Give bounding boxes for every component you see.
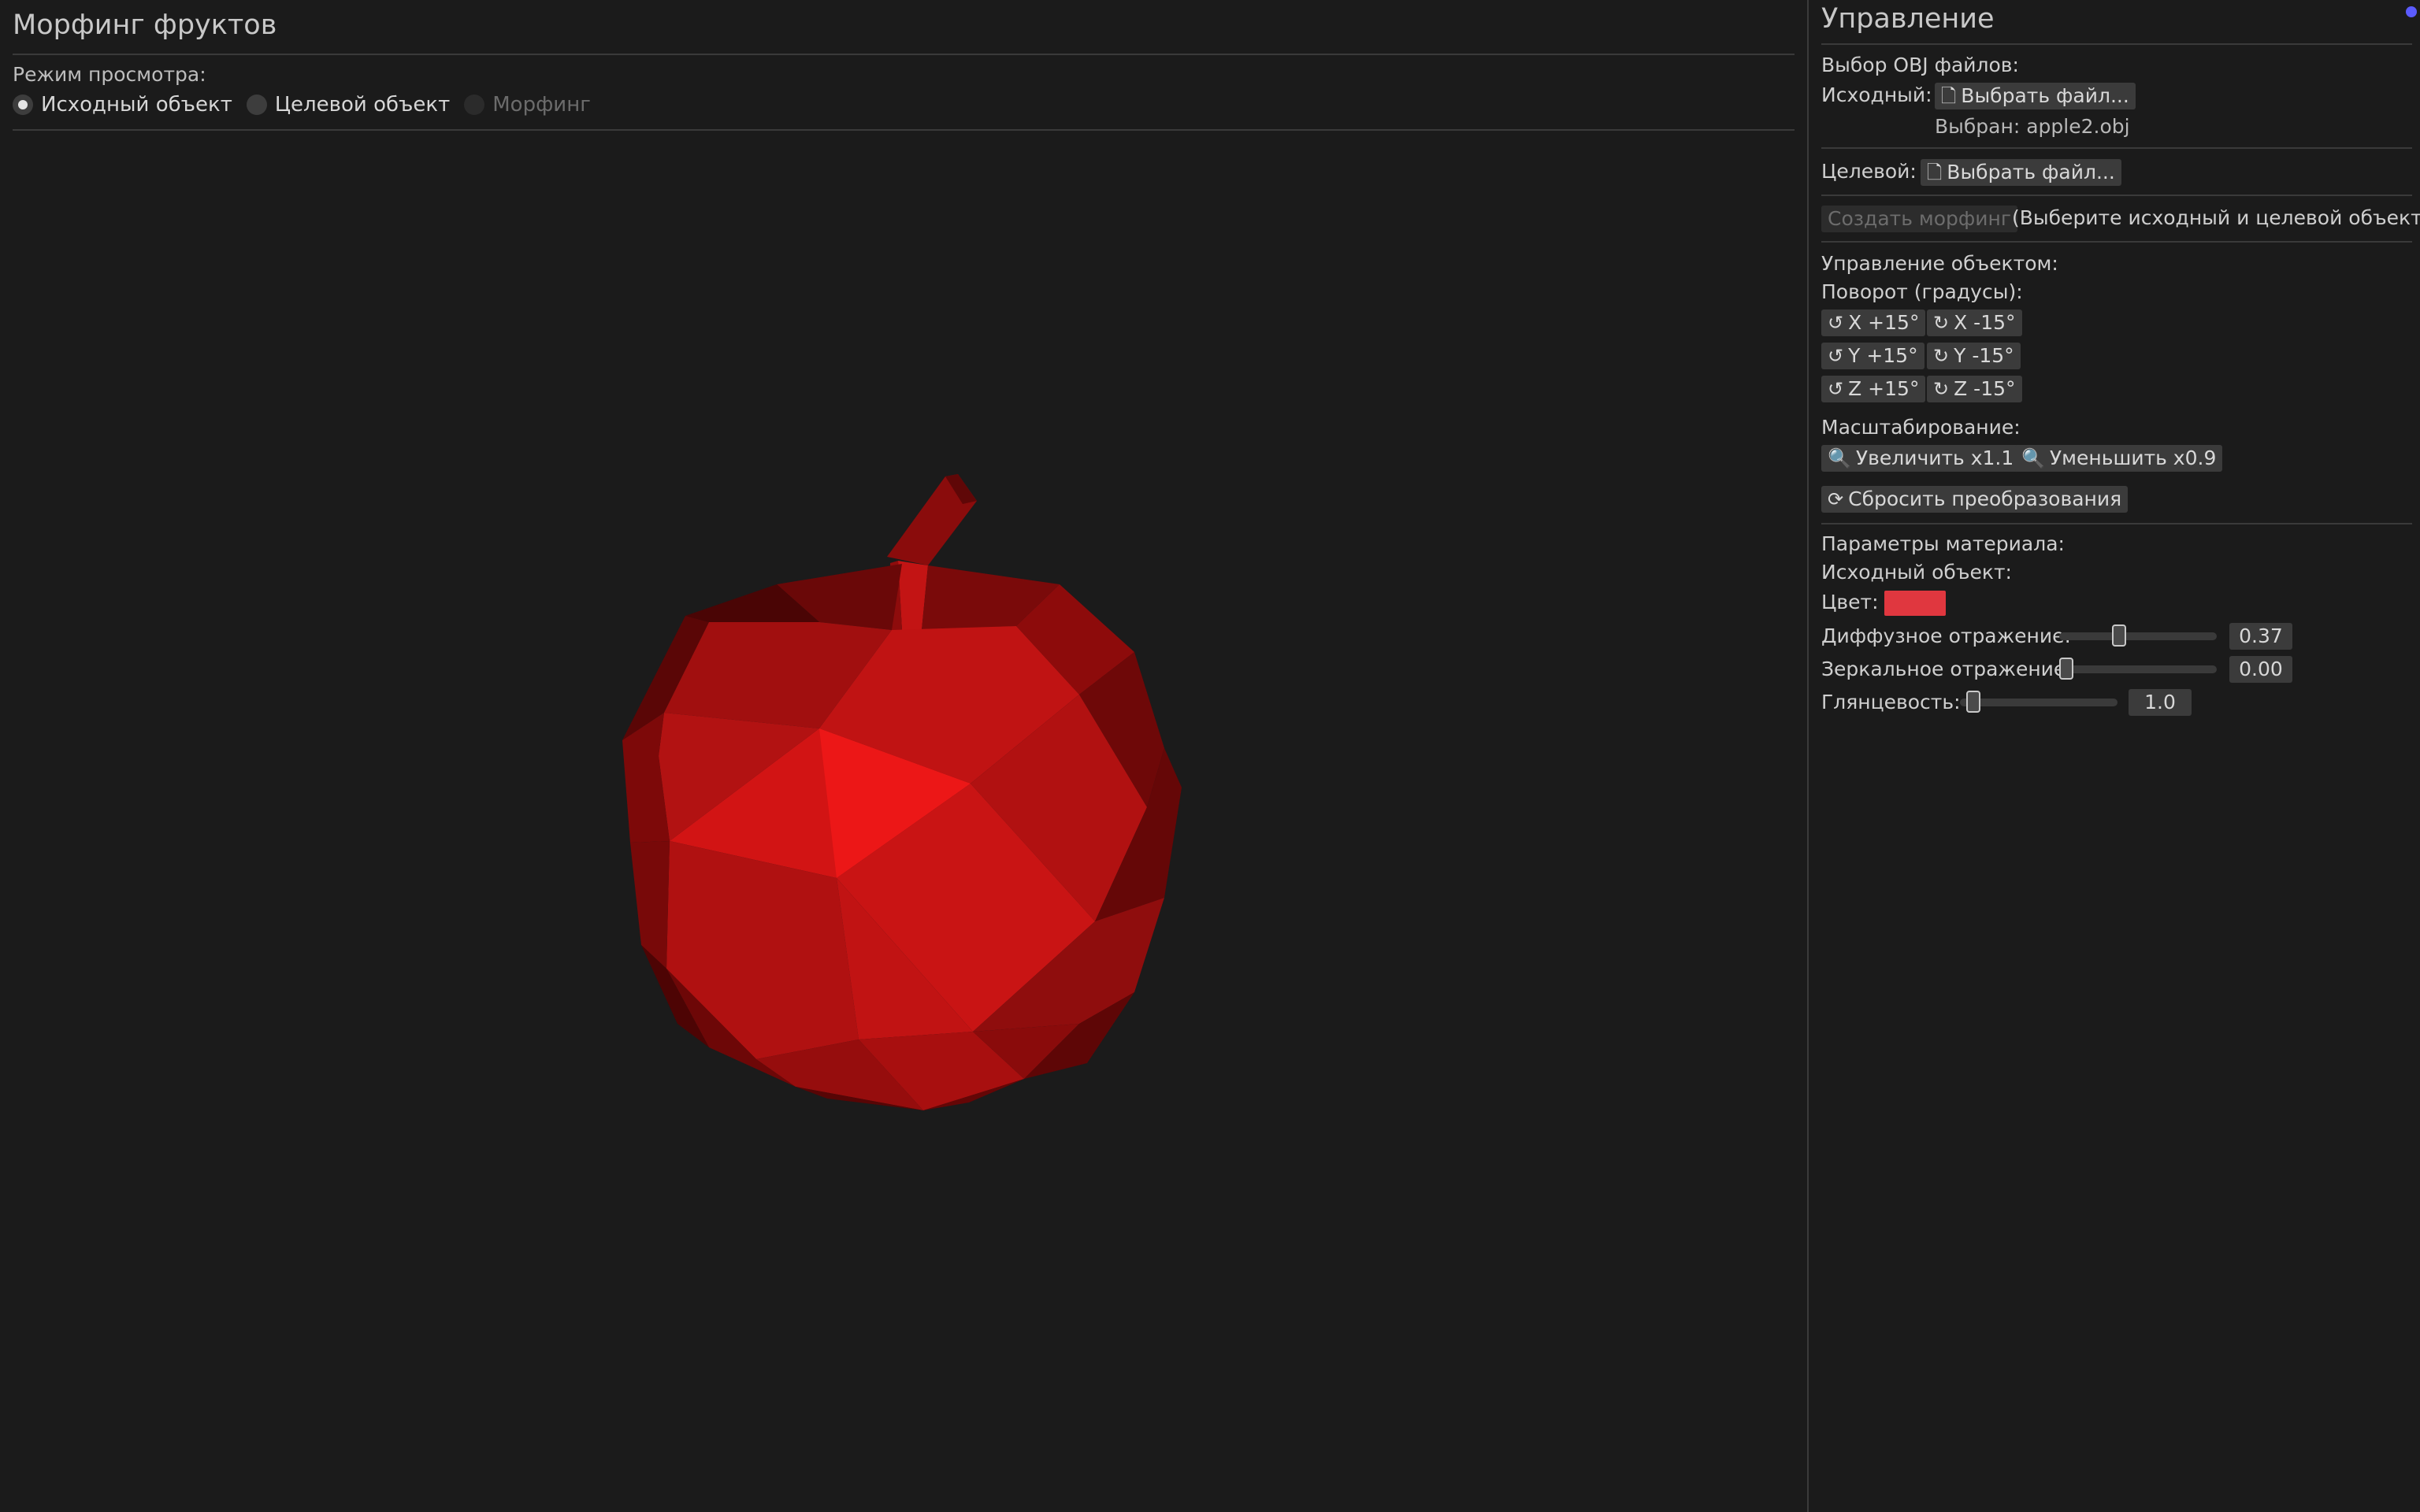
rotate-cw-icon: ↻ bbox=[1933, 345, 1950, 367]
source-label: Исходный: bbox=[1821, 83, 1932, 106]
mode-divider bbox=[13, 129, 1795, 131]
shininess-value[interactable]: 1.0 bbox=[2129, 689, 2192, 716]
rotate-y-minus-button[interactable]: ↻ Y -15° bbox=[1927, 343, 2021, 369]
control-panel: Управление Выбор OBJ файлов: Исходный: 🗋… bbox=[1807, 0, 2420, 1512]
diffuse-label: Диффузное отражение: bbox=[1821, 624, 2071, 647]
radio-source-object[interactable]: Исходный объект bbox=[13, 93, 232, 117]
magnifier-icon: 🔍 bbox=[1828, 447, 1851, 469]
choose-target-file-label: Выбрать файл... bbox=[1947, 161, 2115, 183]
diffuse-slider[interactable] bbox=[2059, 624, 2217, 647]
rotate-z-plus-label: Z +15° bbox=[1848, 377, 1920, 400]
rotate-x-plus-label: X +15° bbox=[1848, 311, 1920, 334]
specular-value[interactable]: 0.00 bbox=[2229, 656, 2292, 683]
obj-section-label: Выбор OBJ файлов: bbox=[1821, 54, 2019, 76]
shininess-label: Глянцевость: bbox=[1821, 691, 1961, 713]
color-label: Цвет: bbox=[1821, 591, 1879, 613]
rotate-x-minus-button[interactable]: ↻ X -15° bbox=[1927, 309, 2022, 336]
main-area: Морфинг фруктов Режим просмотра: Исходны… bbox=[0, 0, 1807, 1512]
source-object-material-label: Исходный объект: bbox=[1821, 561, 2012, 584]
refresh-icon: ⟳ bbox=[1828, 488, 1844, 510]
specular-slider[interactable] bbox=[2059, 658, 2217, 680]
radio-morphing: Морфинг bbox=[464, 93, 591, 117]
radio-source-object-label: Исходный объект bbox=[41, 93, 232, 117]
material-label: Параметры материала: bbox=[1821, 532, 2065, 555]
view-mode-radio-group: Исходный объект Целевой объект Морфинг bbox=[13, 93, 605, 117]
zoom-in-label: Увеличить x1.1 bbox=[1855, 447, 2014, 469]
selected-source-file: Выбран: apple2.obj bbox=[1935, 115, 2130, 138]
specular-label: Зеркальное отражение: bbox=[1821, 658, 2073, 680]
object-control-label: Управление объектом: bbox=[1821, 252, 2058, 275]
zoom-out-label: Уменьшить x0.9 bbox=[2049, 447, 2217, 469]
shininess-slider-thumb[interactable] bbox=[1966, 691, 1980, 713]
rotate-z-minus-button[interactable]: ↻ Z -15° bbox=[1927, 376, 2022, 402]
color-swatch[interactable] bbox=[1884, 591, 1946, 616]
zoom-out-button[interactable]: 🔍 Уменьшить x0.9 bbox=[2015, 445, 2223, 472]
rotate-ccw-icon: ↺ bbox=[1828, 345, 1844, 367]
radio-target-object[interactable]: Целевой объект bbox=[246, 93, 451, 117]
choose-target-file-button[interactable]: 🗋 Выбрать файл... bbox=[1921, 159, 2121, 186]
diffuse-value[interactable]: 0.37 bbox=[2229, 623, 2292, 650]
rotate-x-plus-button[interactable]: ↺ X +15° bbox=[1821, 309, 1926, 336]
rotation-label: Поворот (градусы): bbox=[1821, 280, 2023, 303]
zoom-in-button[interactable]: 🔍 Увеличить x1.1 bbox=[1821, 445, 2021, 472]
apple-model bbox=[622, 474, 1182, 1110]
rotate-ccw-icon: ↺ bbox=[1828, 378, 1844, 400]
status-indicator-dot bbox=[2406, 6, 2417, 17]
create-morph-button: Создать морфинг bbox=[1821, 206, 2018, 232]
rotate-z-plus-button[interactable]: ↺ Z +15° bbox=[1821, 376, 1926, 402]
reset-transform-button[interactable]: ⟳ Сбросить преобразования bbox=[1821, 486, 2129, 513]
radio-indicator bbox=[246, 94, 267, 115]
app-title: Морфинг фруктов bbox=[13, 9, 277, 41]
rotate-x-minus-label: X -15° bbox=[1954, 311, 2016, 334]
radio-indicator-disabled bbox=[464, 94, 485, 115]
3d-viewport[interactable] bbox=[13, 132, 1795, 1503]
rotate-y-minus-label: Y -15° bbox=[1954, 344, 2014, 367]
panel-title-divider bbox=[1821, 43, 2412, 45]
panel-title: Управление bbox=[1821, 3, 1995, 35]
magnifier-icon: 🔍 bbox=[2021, 447, 2045, 469]
file-icon: 🗋 bbox=[1941, 85, 1957, 107]
scaling-label: Масштабирование: bbox=[1821, 416, 2021, 439]
rotate-cw-icon: ↻ bbox=[1933, 312, 1950, 334]
radio-target-object-label: Целевой объект bbox=[274, 93, 451, 117]
specular-slider-thumb[interactable] bbox=[2059, 658, 2073, 680]
reset-transform-label: Сбросить преобразования bbox=[1848, 487, 2122, 510]
choose-source-file-label: Выбрать файл... bbox=[1961, 84, 2129, 107]
divider-transform bbox=[1821, 523, 2412, 524]
file-icon: 🗋 bbox=[1927, 161, 1943, 183]
radio-morphing-label: Морфинг bbox=[492, 93, 591, 117]
rotate-y-plus-button[interactable]: ↺ Y +15° bbox=[1821, 343, 1924, 369]
rotate-ccw-icon: ↺ bbox=[1828, 312, 1844, 334]
rotate-z-minus-label: Z -15° bbox=[1954, 377, 2016, 400]
rotate-y-plus-label: Y +15° bbox=[1848, 344, 1918, 367]
rotate-cw-icon: ↻ bbox=[1933, 378, 1950, 400]
morph-hint: (Выберите исходный и целевой объекты) bbox=[2012, 206, 2420, 229]
divider-target bbox=[1821, 195, 2412, 196]
title-divider bbox=[13, 54, 1795, 55]
shininess-slider[interactable] bbox=[1960, 691, 2118, 713]
divider-source bbox=[1821, 147, 2412, 149]
view-mode-label: Режим просмотра: bbox=[13, 63, 206, 86]
choose-source-file-button[interactable]: 🗋 Выбрать файл... bbox=[1935, 83, 2136, 109]
target-label: Целевой: bbox=[1821, 160, 1917, 183]
divider-morph bbox=[1821, 241, 2412, 243]
radio-indicator-checked bbox=[13, 94, 33, 115]
diffuse-slider-thumb[interactable] bbox=[2112, 624, 2126, 647]
